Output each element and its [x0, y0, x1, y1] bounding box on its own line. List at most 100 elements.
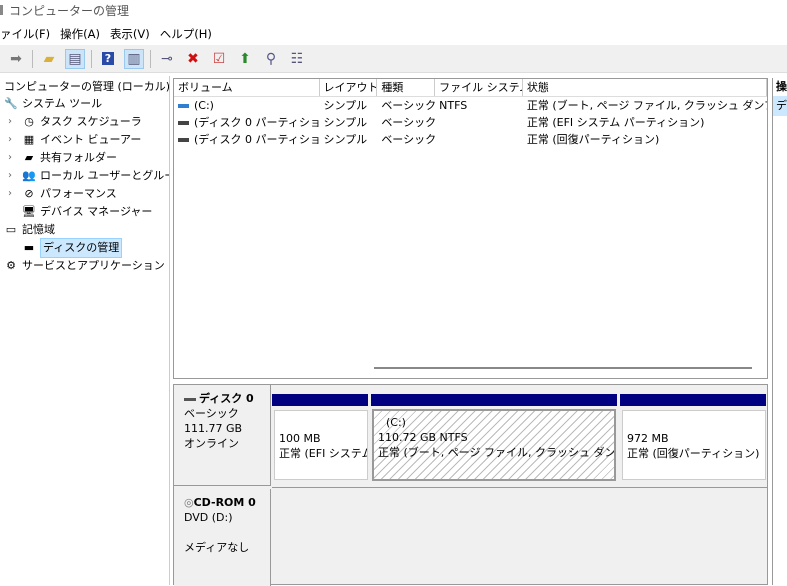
- cdrom-drive: DVD (D:): [184, 511, 233, 524]
- expand-icon[interactable]: ›: [8, 149, 18, 167]
- partition-status: 正常 (EFI システム: [279, 447, 367, 460]
- app-icon: [0, 5, 3, 15]
- partition-status: 正常 (ブート, ページ ファイル, クラッシュ ダンプ, ペー: [378, 446, 614, 459]
- expand-icon[interactable]: ›: [8, 185, 18, 203]
- table-row[interactable]: (ディスク 0 パーティション 4)シンプルベーシック 正常 (回復パーティション…: [174, 131, 767, 148]
- toolbar-separator: [32, 49, 33, 68]
- show-hide-tree-icon[interactable]: ▤: [65, 48, 85, 69]
- tree-label: ディスクの管理: [40, 238, 123, 258]
- partition-efi[interactable]: 100 MB 正常 (EFI システム: [274, 410, 368, 480]
- tree-system-tools[interactable]: 🔧 システム ツール: [4, 95, 102, 113]
- column-layout[interactable]: レイアウト: [320, 79, 378, 96]
- cell-fs: [435, 114, 523, 131]
- cell-status: 正常 (回復パーティション): [526, 133, 660, 146]
- clock-icon: ◷: [24, 115, 34, 128]
- search-icon[interactable]: ⚲: [261, 49, 281, 69]
- forward-arrow-icon[interactable]: ➡: [6, 49, 26, 69]
- toolbar: ➡ ▰ ▤ ? ▥ ⊸ ✖ ☑ ⬆ ⚲ ☷: [0, 45, 787, 73]
- partition-recovery[interactable]: 972 MB 正常 (回復パーティション): [622, 410, 766, 480]
- actions-header: 操: [776, 80, 787, 93]
- expand-icon[interactable]: ›: [8, 113, 18, 131]
- cdrom-label[interactable]: ◎CD-ROM 0 DVD (D:) メディアなし: [174, 489, 271, 586]
- export-icon[interactable]: ⬆: [235, 49, 255, 69]
- disk-icon: [184, 397, 196, 401]
- partition-status: 正常 (回復パーティション): [627, 447, 760, 460]
- menu-bar: ァイル(F) 操作(A) 表示(V) ヘルプ(H): [0, 22, 787, 44]
- tree-task-scheduler[interactable]: › ◷ タスク スケジューラ: [8, 113, 142, 131]
- tree-root[interactable]: コンピューターの管理 (ローカル): [4, 78, 170, 96]
- table-row[interactable]: (C:) シンプル ベーシック NTFS 正常 (ブート, ページ ファイル, クラッシ…: [174, 97, 767, 114]
- cell-layout: シンプル: [323, 116, 368, 129]
- cell-type: ベーシック: [381, 133, 436, 146]
- partition-bar: [620, 394, 766, 406]
- tree-storage[interactable]: ▭ 記憶域: [4, 221, 55, 239]
- menu-view[interactable]: 表示(V): [110, 26, 150, 44]
- tree-shared-folders[interactable]: › ▰ 共有フォルダー: [8, 149, 117, 167]
- menu-action[interactable]: 操作(A): [60, 26, 100, 44]
- tree-label: ローカル ユーザーとグループ: [40, 169, 169, 182]
- actions-pane: 操 デ: [772, 78, 787, 585]
- partition-bar: [272, 394, 368, 406]
- cell-fs: [435, 131, 523, 148]
- connect-icon[interactable]: ⊸: [157, 49, 177, 69]
- disk-name: ディスク 0: [199, 392, 254, 405]
- disk-graphical-view: ディスク 0 ベーシック 111.77 GB オンライン 100 MB 正常 (…: [173, 384, 768, 586]
- actions-item[interactable]: デ: [773, 96, 787, 116]
- tools-icon: 🔧: [4, 97, 18, 110]
- up-folder-icon[interactable]: ▰: [39, 49, 59, 69]
- properties-icon[interactable]: ☑: [209, 49, 229, 69]
- column-filesystem[interactable]: ファイル システム: [435, 79, 523, 96]
- help-icon[interactable]: ?: [98, 49, 118, 69]
- tree-device-manager[interactable]: 🖥 デバイス マネージャー: [22, 203, 152, 221]
- action-pane-icon[interactable]: ▥: [124, 48, 144, 69]
- tree-disk-management[interactable]: ▬ ディスクの管理: [22, 238, 123, 258]
- tree-event-viewer[interactable]: › ▦ イベント ビューアー: [8, 131, 141, 149]
- expand-icon[interactable]: ›: [8, 131, 18, 149]
- partition-c[interactable]: (C:) 110.72 GB NTFS 正常 (ブート, ページ ファイル, ク…: [372, 409, 616, 481]
- cell-status: 正常 (EFI システム パーティション): [526, 116, 705, 129]
- tree-label: システム ツール: [22, 97, 103, 110]
- column-type[interactable]: 種類: [377, 79, 436, 96]
- expand-icon[interactable]: ›: [8, 167, 18, 185]
- volume-icon: [178, 104, 189, 108]
- table-row[interactable]: (ディスク 0 パーティション 1)シンプルベーシック 正常 (EFI システム …: [174, 114, 767, 131]
- tree-label: サービスとアプリケーション: [22, 259, 165, 272]
- column-volume[interactable]: ボリューム: [174, 79, 320, 96]
- delete-icon[interactable]: ✖: [183, 49, 203, 69]
- tree-local-users[interactable]: › 👥 ローカル ユーザーとグループ: [8, 167, 169, 185]
- cell-volume: (ディスク 0 パーティション 4): [194, 133, 320, 146]
- column-status[interactable]: 状態: [523, 79, 767, 96]
- volume-list-header: ボリューム レイアウト 種類 ファイル システム 状態: [174, 79, 767, 97]
- cdrom-name: CD-ROM 0: [193, 496, 256, 509]
- users-icon: 👥: [22, 169, 36, 182]
- tree-label: コンピューターの管理 (ローカル): [4, 80, 170, 93]
- window-title: コンピューターの管理: [0, 0, 787, 22]
- tree-label: デバイス マネージャー: [40, 205, 153, 218]
- partition-size: 110.72 GB NTFS: [378, 431, 468, 444]
- tree-label: イベント ビューアー: [40, 133, 142, 146]
- list-icon[interactable]: ☷: [287, 49, 307, 69]
- partition-label: (C:): [386, 416, 406, 429]
- tree-performance[interactable]: › ⊘ パフォーマンス: [8, 185, 117, 203]
- cell-type: ベーシック: [381, 99, 436, 112]
- cdrom-media: メディアなし: [184, 541, 250, 554]
- shared-folder-icon: ▰: [24, 151, 34, 164]
- navigation-tree: コンピューターの管理 (ローカル) 🔧 システム ツール › ◷ タスク スケジューラ…: [0, 76, 170, 585]
- menu-file[interactable]: ァイル(F): [0, 26, 50, 44]
- disk-type: ベーシック: [184, 407, 239, 420]
- divider: [272, 487, 767, 488]
- partition-size: 972 MB: [627, 432, 669, 445]
- cell-status: 正常 (ブート, ページ ファイル, クラッシュ ダンプ, ベーシ: [526, 99, 767, 112]
- tree-label: 記憶域: [22, 223, 55, 236]
- partition-size: 100 MB: [279, 432, 321, 445]
- disk0-label[interactable]: ディスク 0 ベーシック 111.77 GB オンライン: [174, 385, 271, 486]
- menu-help[interactable]: ヘルプ(H): [160, 26, 212, 44]
- cell-volume: (C:): [194, 99, 214, 112]
- event-viewer-icon: ▦: [23, 133, 35, 146]
- performance-icon: ⊘: [24, 187, 34, 200]
- volume-icon: [178, 121, 189, 125]
- horizontal-scrollbar[interactable]: [374, 367, 752, 369]
- services-icon: ⚙: [6, 259, 16, 272]
- cell-layout: シンプル: [323, 133, 368, 146]
- tree-services[interactable]: ⚙ サービスとアプリケーション: [4, 257, 165, 275]
